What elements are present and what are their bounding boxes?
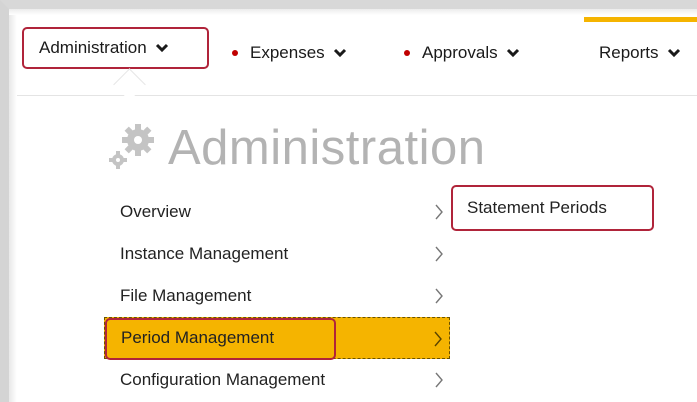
nav-reports-label: Reports [599, 43, 659, 62]
chevron-right-icon [435, 372, 443, 388]
chevron-right-icon [435, 288, 443, 304]
menu-item-label: File Management [120, 286, 252, 305]
reports-active-bar [584, 17, 697, 22]
menu-item-overview[interactable]: Overview [104, 191, 450, 233]
nav-reports[interactable]: Reports [599, 37, 681, 69]
chevron-down-icon [155, 43, 168, 53]
status-dot-icon [232, 50, 238, 56]
menu-item-period-management[interactable]: Period Management [104, 317, 450, 360]
nav-expenses-label: Expenses [250, 43, 325, 62]
nav-approvals[interactable]: Approvals [404, 37, 520, 69]
submenu-item-statement-periods[interactable]: Statement Periods [451, 185, 654, 231]
menu-item-file-management[interactable]: File Management [104, 275, 450, 317]
menu-item-label: Configuration Management [120, 370, 326, 389]
left-shadow [9, 9, 17, 402]
chevron-right-icon [434, 331, 442, 347]
top-shadow [9, 9, 697, 15]
chevron-down-icon [667, 48, 680, 58]
nav-approvals-label: Approvals [422, 43, 498, 62]
nav-expenses[interactable]: Expenses [232, 37, 347, 69]
dropdown-caret [113, 68, 146, 101]
nav-administration[interactable]: Administration [22, 27, 209, 69]
menu-item-instance-management[interactable]: Instance Management [104, 233, 450, 275]
highlight-outline [105, 318, 336, 360]
chevron-right-icon [435, 246, 443, 262]
chevron-down-icon [333, 48, 346, 58]
menu-item-label: Overview [120, 202, 191, 221]
top-navigation: Administration Expenses Approvals Report… [17, 17, 697, 101]
chevron-right-icon [435, 204, 443, 220]
status-dot-icon [404, 50, 410, 56]
menu-item-label: Instance Management [120, 244, 289, 263]
page-header: Administration [104, 113, 485, 183]
nav-administration-label: Administration [39, 38, 147, 57]
chevron-down-icon [506, 48, 519, 58]
admin-menu: Overview Instance Management File Manage… [104, 191, 450, 401]
submenu-item-label: Statement Periods [467, 198, 607, 217]
page-title: Administration [168, 121, 486, 175]
menu-item-configuration-management[interactable]: Configuration Management [104, 359, 450, 401]
gears-icon [109, 124, 154, 169]
